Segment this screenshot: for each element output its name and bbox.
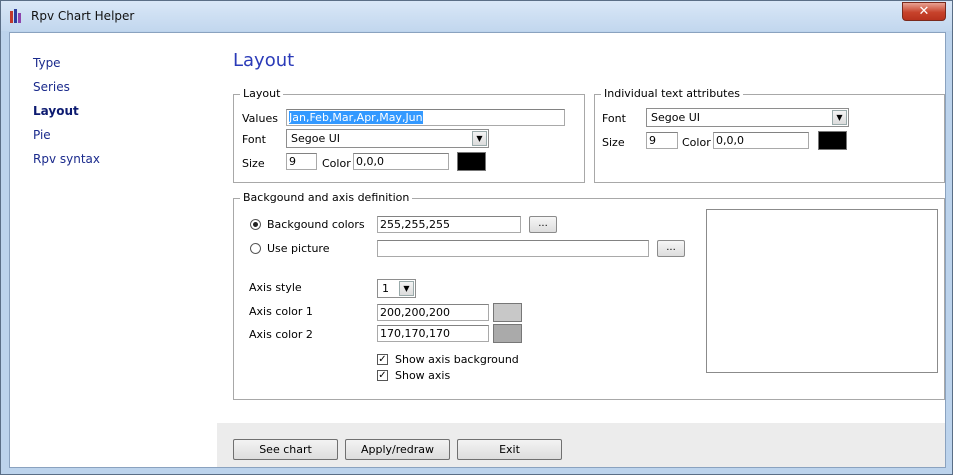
close-button[interactable]: ✕	[902, 2, 946, 21]
picture-path-input[interactable]	[377, 240, 649, 257]
sidebar-item-layout[interactable]: Layout	[33, 104, 79, 118]
background-axis-legend: Backgound and axis definition	[240, 191, 413, 204]
text-attributes-group: Individual text attributes Font Segoe UI…	[594, 87, 945, 183]
checkmark-icon: ✓	[378, 354, 387, 365]
layout-group-legend: Layout	[240, 87, 284, 100]
footer-bar: See chart Apply/redraw Exit	[217, 423, 945, 467]
axis-color1-swatch[interactable]	[493, 303, 522, 322]
text-attributes-legend: Individual text attributes	[601, 87, 743, 100]
app-window: Rpv Chart Helper ✕ Type Series Layout Pi…	[0, 0, 953, 475]
chevron-down-icon: ▼	[472, 131, 487, 146]
show-axis-label[interactable]: Show axis	[395, 369, 450, 382]
text-font-select[interactable]: Segoe UI ▼	[646, 108, 849, 127]
font-select[interactable]: Segoe UI ▼	[286, 129, 489, 148]
size-input[interactable]: 9	[286, 153, 317, 170]
chevron-down-icon: ▼	[399, 281, 414, 296]
background-colors-browse-button[interactable]: ...	[529, 216, 557, 233]
background-axis-group: Backgound and axis definition Backgound …	[233, 191, 945, 400]
chart-app-icon	[10, 9, 24, 23]
page-title: Layout	[233, 50, 295, 71]
title-bar: Rpv Chart Helper ✕	[1, 1, 952, 31]
sidebar-item-rpv-syntax[interactable]: Rpv syntax	[33, 152, 100, 166]
picture-browse-button[interactable]: ...	[657, 240, 685, 257]
axis-style-label: Axis style	[249, 281, 302, 294]
show-axis-checkbox[interactable]: ✓	[377, 370, 388, 381]
exit-button[interactable]: Exit	[457, 439, 562, 460]
axis-color1-label: Axis color 1	[249, 305, 313, 318]
show-axis-background-label[interactable]: Show axis background	[395, 353, 519, 366]
axis-color2-input[interactable]: 170,170,170	[377, 325, 489, 342]
values-text: Jan,Feb,Mar,Apr,May,Jun	[289, 111, 423, 124]
sidebar-item-series[interactable]: Series	[33, 80, 70, 94]
values-input[interactable]: Jan,Feb,Mar,Apr,May,Jun	[286, 109, 565, 126]
size-label: Size	[242, 157, 265, 170]
color-input[interactable]: 0,0,0	[353, 153, 449, 170]
layout-group: Layout Values Jan,Feb,Mar,Apr,May,Jun Fo…	[233, 87, 585, 183]
text-color-label: Color	[682, 136, 711, 149]
client-area: Type Series Layout Pie Rpv syntax Layout…	[9, 32, 946, 468]
font-label: Font	[242, 133, 266, 146]
values-label: Values	[242, 112, 278, 125]
color-label: Color	[322, 157, 351, 170]
text-size-label: Size	[602, 136, 625, 149]
chevron-down-icon: ▼	[832, 110, 847, 125]
axis-color1-input[interactable]: 200,200,200	[377, 304, 489, 321]
background-colors-label[interactable]: Backgound colors	[267, 218, 365, 231]
font-value: Segoe UI	[291, 132, 341, 145]
axis-style-value: 1	[382, 282, 389, 295]
use-picture-label[interactable]: Use picture	[267, 242, 329, 255]
color-swatch[interactable]	[457, 152, 486, 171]
sidebar: Type Series Layout Pie Rpv syntax	[10, 33, 217, 467]
use-picture-radio[interactable]	[250, 243, 261, 254]
axis-color2-label: Axis color 2	[249, 328, 313, 341]
apply-redraw-button[interactable]: Apply/redraw	[345, 439, 450, 460]
background-colors-radio[interactable]	[250, 219, 261, 230]
window-title: Rpv Chart Helper	[31, 9, 135, 23]
chart-preview	[706, 209, 938, 373]
text-color-swatch[interactable]	[818, 131, 847, 150]
main-content: Layout Layout Values Jan,Feb,Mar,Apr,May…	[217, 33, 945, 423]
close-icon: ✕	[918, 4, 930, 19]
text-color-input[interactable]: 0,0,0	[713, 132, 809, 149]
checkmark-icon: ✓	[378, 370, 387, 381]
axis-style-select[interactable]: 1 ▼	[377, 279, 416, 298]
sidebar-item-pie[interactable]: Pie	[33, 128, 51, 142]
text-size-input[interactable]: 9	[646, 132, 678, 149]
see-chart-button[interactable]: See chart	[233, 439, 338, 460]
show-axis-background-checkbox[interactable]: ✓	[377, 354, 388, 365]
background-colors-input[interactable]: 255,255,255	[377, 216, 521, 233]
sidebar-item-type[interactable]: Type	[33, 56, 61, 70]
axis-color2-swatch[interactable]	[493, 324, 522, 343]
text-font-label: Font	[602, 112, 626, 125]
text-font-value: Segoe UI	[651, 111, 701, 124]
